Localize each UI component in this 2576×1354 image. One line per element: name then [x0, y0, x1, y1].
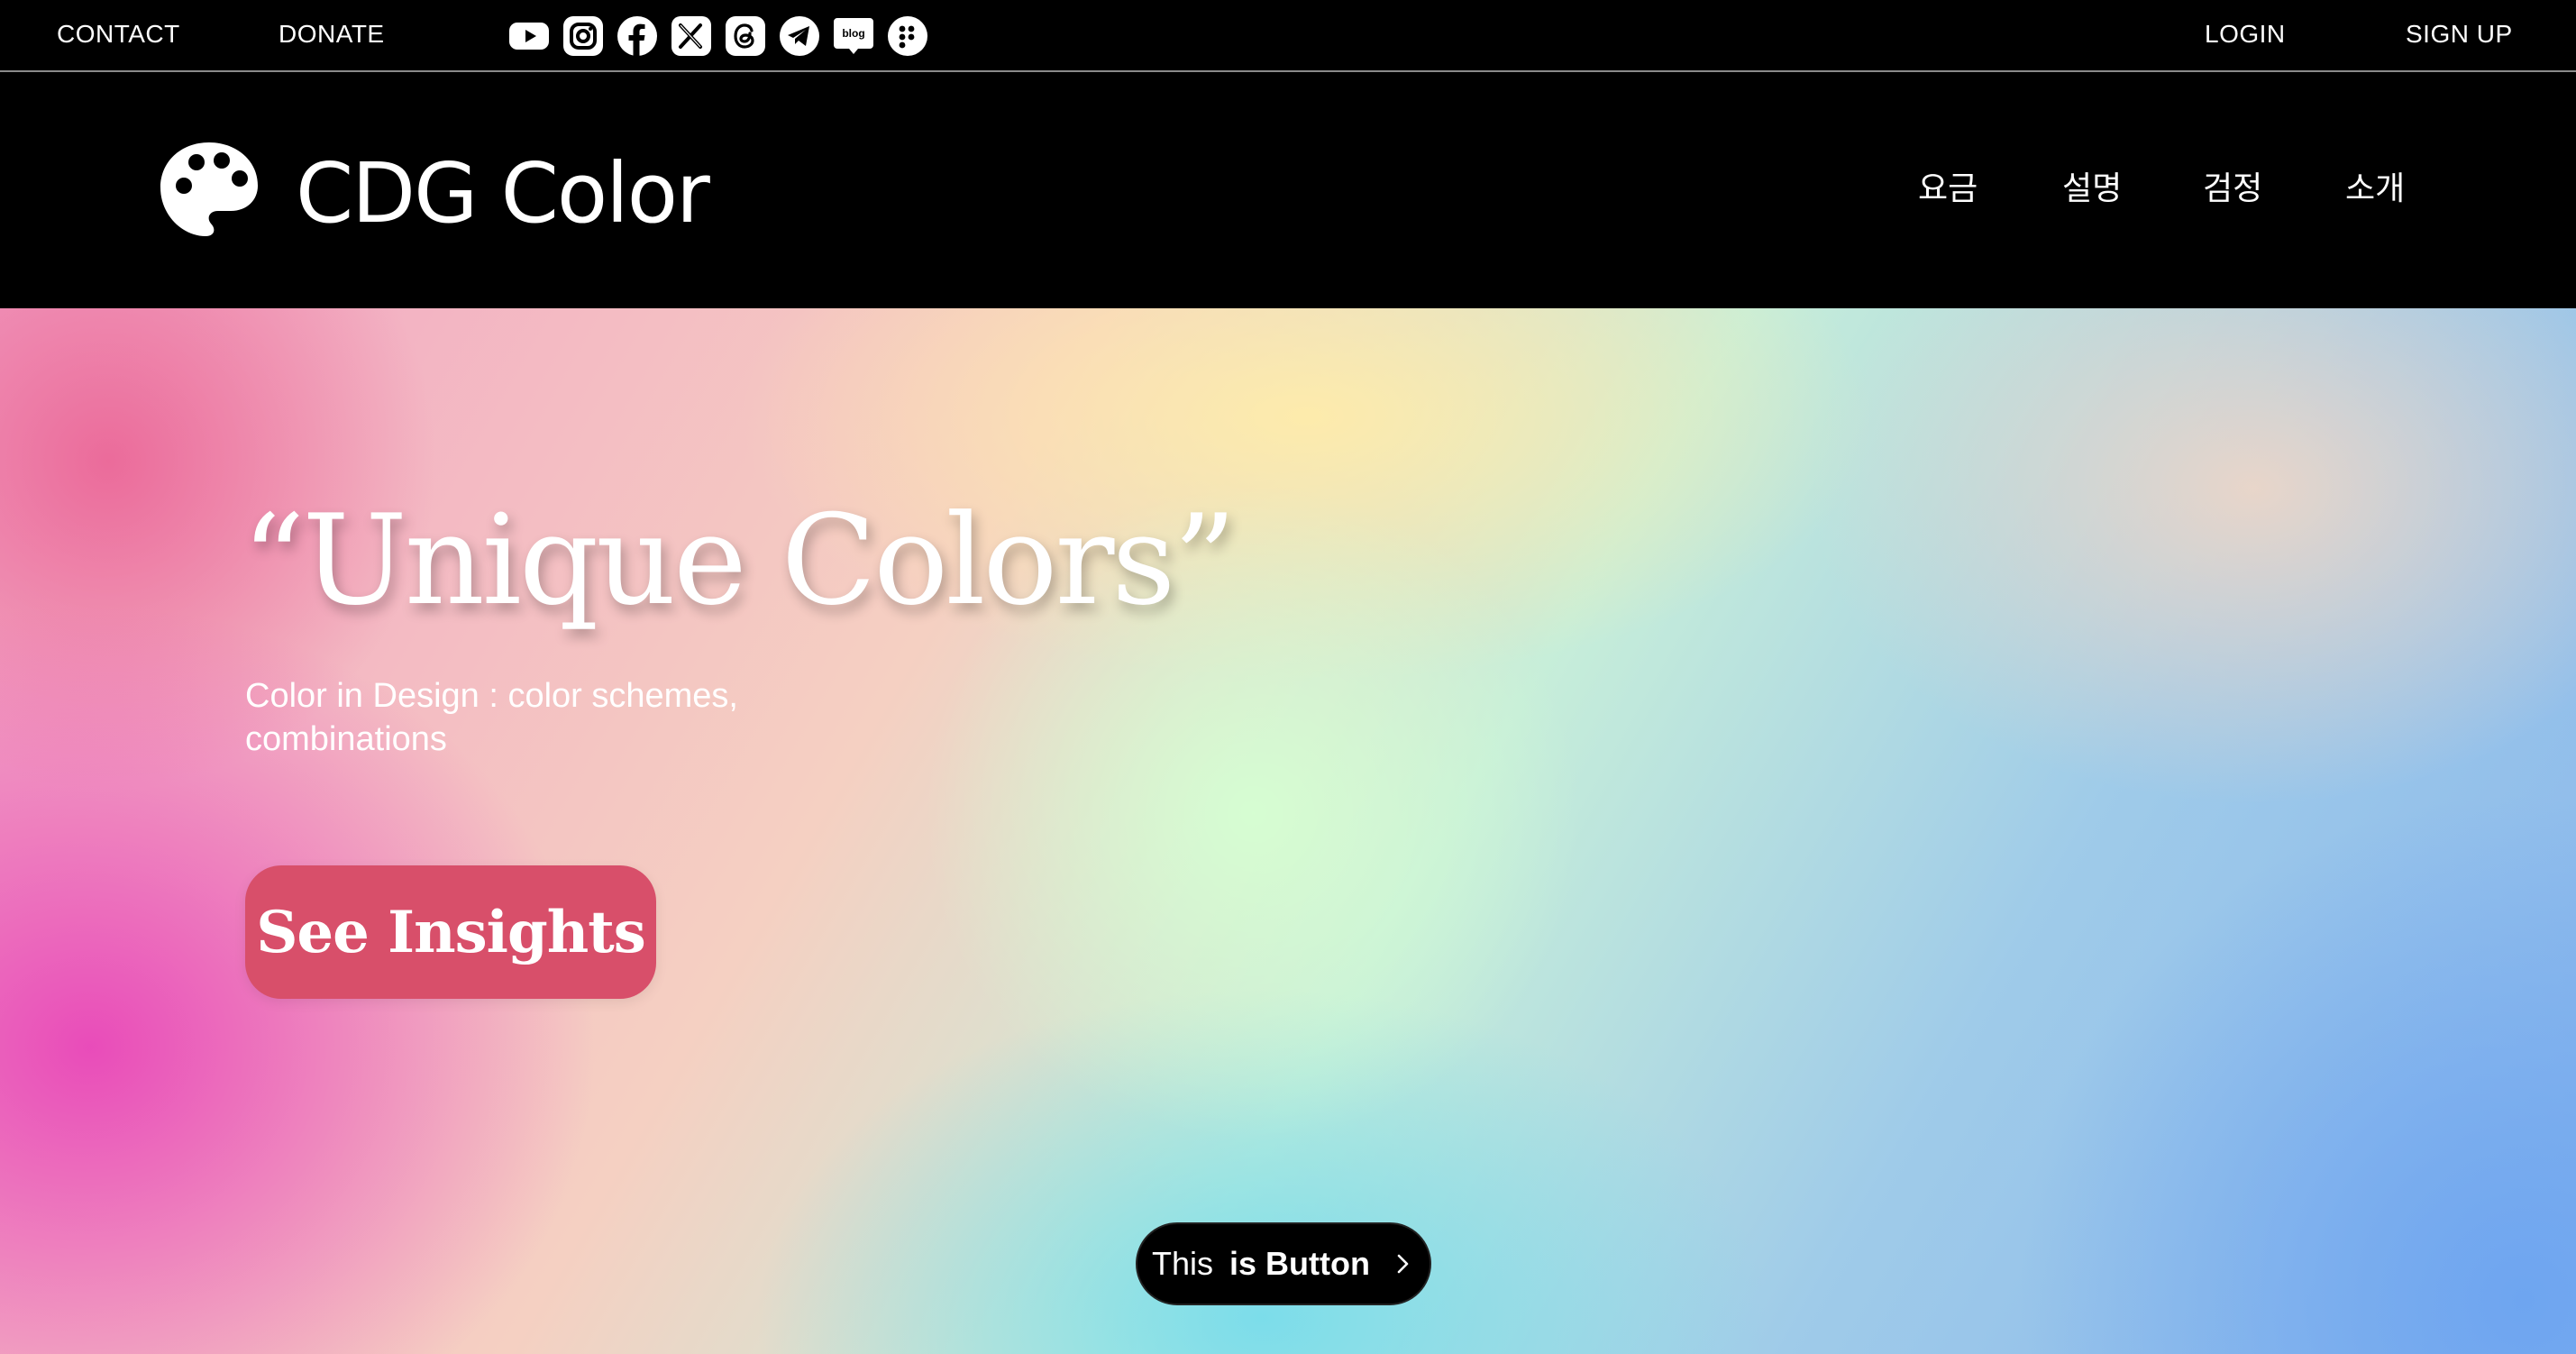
top-utility-bar: CONTACT DONATE blog LOGIN SIGN UP: [0, 0, 2576, 72]
social-icons: blog: [507, 14, 929, 58]
chevron-right-icon: [1390, 1251, 1415, 1276]
this-is-button[interactable]: This is Button: [1136, 1222, 1431, 1305]
nav-item-verification[interactable]: 검정: [2203, 169, 2262, 209]
signup-link[interactable]: SIGN UP: [2406, 20, 2513, 49]
blog-icon[interactable]: blog: [832, 14, 875, 58]
logo-text[interactable]: CDG Color: [296, 144, 710, 243]
pill-prefix: This: [1152, 1245, 1223, 1282]
pill-bold-label: is Button: [1229, 1245, 1370, 1282]
palette-icon[interactable]: [159, 139, 260, 240]
x-icon[interactable]: [670, 14, 713, 58]
youtube-icon[interactable]: [507, 14, 551, 58]
nav-item-pricing[interactable]: 요금: [1918, 169, 1978, 209]
facebook-icon[interactable]: [616, 14, 659, 58]
more-dots-icon[interactable]: [886, 14, 929, 58]
main-header: CDG Color 요금 설명 검정 소개: [0, 72, 2576, 308]
nav-item-description[interactable]: 설명: [2062, 169, 2122, 209]
hero-section: “Unique Colors” Color in Design : color …: [0, 308, 2576, 1354]
instagram-icon[interactable]: [562, 14, 605, 58]
contact-link[interactable]: CONTACT: [57, 20, 180, 49]
login-link[interactable]: LOGIN: [2205, 20, 2286, 49]
hero-title: “Unique Colors”: [242, 488, 1237, 633]
blog-icon-text: blog: [842, 27, 864, 40]
see-insights-button[interactable]: See Insights: [245, 865, 656, 999]
hero-subtitle: Color in Design : color schemes, combina…: [245, 677, 738, 758]
threads-icon[interactable]: [724, 14, 767, 58]
donate-link[interactable]: DONATE: [279, 20, 385, 49]
nav-item-about[interactable]: 소개: [2345, 169, 2405, 209]
telegram-icon[interactable]: [778, 14, 821, 58]
